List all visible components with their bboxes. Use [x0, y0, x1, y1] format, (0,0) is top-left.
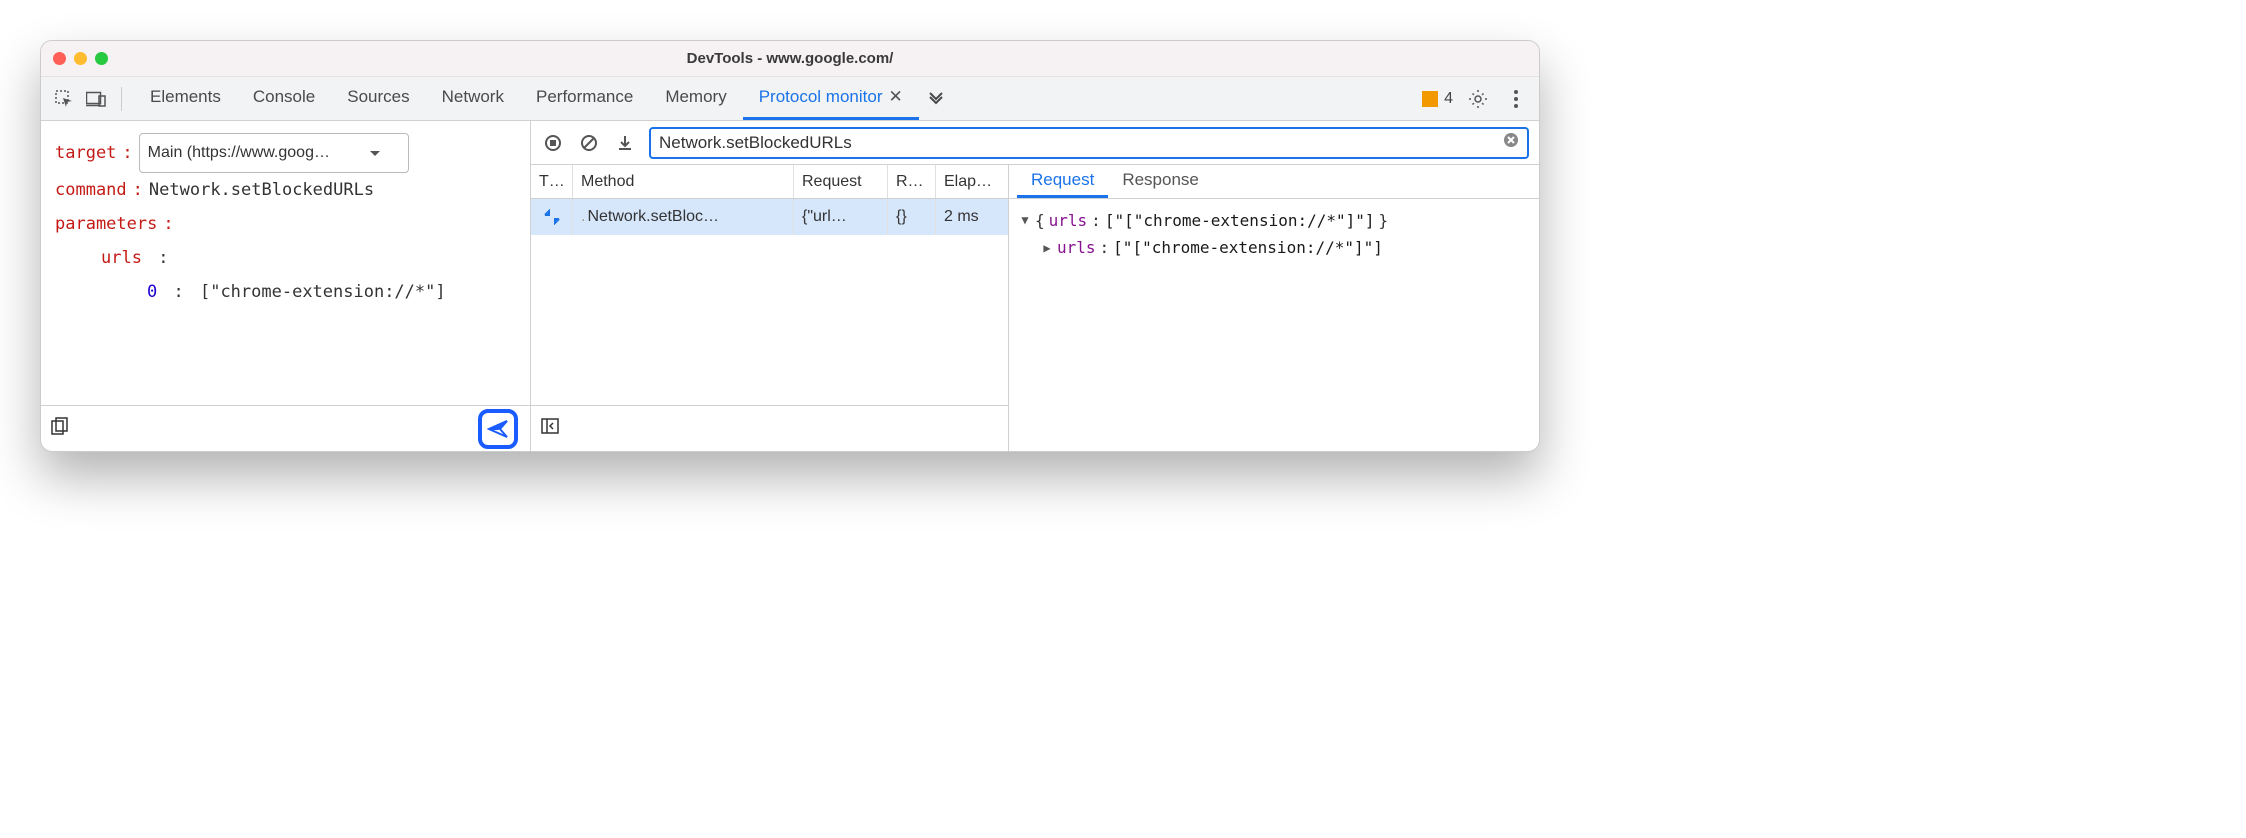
- target-row: target: Main (https://www.goog…: [55, 133, 516, 173]
- th-request[interactable]: Request: [794, 165, 888, 198]
- detail-tabs: Request Response: [1009, 165, 1539, 199]
- details-pane: Request Response ▼ {urls: ["["chrome-ext…: [1009, 165, 1539, 451]
- panel-tabs: Elements Console Sources Network Perform…: [134, 77, 953, 120]
- root-urls-prop: urls: [1049, 207, 1088, 234]
- panel-body: target: Main (https://www.goog… command:…: [41, 121, 1539, 451]
- settings-icon[interactable]: [1465, 86, 1491, 112]
- record-icon[interactable]: [541, 131, 565, 155]
- th-response[interactable]: R…: [888, 165, 936, 198]
- protocol-log-pane: Network.setBlockedURLs T… Method Request…: [531, 121, 1539, 451]
- detail-tab-request[interactable]: Request: [1017, 165, 1108, 198]
- main-toolbar: Elements Console Sources Network Perform…: [41, 77, 1539, 121]
- parameters-key: parameters: [55, 207, 157, 241]
- target-select[interactable]: Main (https://www.goog…: [139, 133, 409, 173]
- command-value[interactable]: Network.setBlockedURLs: [149, 173, 374, 207]
- child-urls-value: ["["chrome-extension://*"]"]: [1113, 234, 1383, 261]
- param-value[interactable]: ["chrome-extension://*"]: [200, 275, 446, 309]
- more-options-icon[interactable]: [1503, 86, 1529, 112]
- row-type-icon: [531, 199, 573, 235]
- table-header: T… Method Request R… Elap…: [531, 165, 1008, 199]
- device-toolbar-icon[interactable]: [83, 86, 109, 112]
- root-urls-value: ["["chrome-extension://*"]"]: [1105, 207, 1375, 234]
- tree-row-child[interactable]: ▶ urls: ["["chrome-extension://*"]"]: [1019, 234, 1529, 261]
- tab-elements[interactable]: Elements: [134, 77, 237, 120]
- th-elapsed[interactable]: Elap…: [936, 165, 1008, 198]
- param-index: 0: [147, 275, 157, 309]
- row-request: {"url…: [794, 199, 888, 235]
- tab-console[interactable]: Console: [237, 77, 331, 120]
- titlebar: DevTools - www.google.com/: [41, 41, 1539, 77]
- copy-icon[interactable]: [51, 417, 69, 440]
- grid-area: T… Method Request R… Elap… .Network.setB…: [531, 165, 1539, 451]
- param-urls-row: urls :: [55, 241, 516, 275]
- table-empty-area: [531, 235, 1008, 405]
- parameters-row: parameters:: [55, 207, 516, 241]
- disclosure-down-icon[interactable]: ▼: [1019, 210, 1031, 230]
- child-urls-prop: urls: [1057, 234, 1096, 261]
- message-table: T… Method Request R… Elap… .Network.setB…: [531, 165, 1009, 451]
- row-response: {}: [888, 199, 936, 235]
- inspect-element-icon[interactable]: [51, 86, 77, 112]
- tab-sources[interactable]: Sources: [331, 77, 425, 120]
- target-key: target: [55, 136, 116, 170]
- th-method[interactable]: Method: [573, 165, 794, 198]
- toolbar-divider: [121, 87, 122, 111]
- window-title: DevTools - www.google.com/: [41, 50, 1539, 67]
- detail-tab-response[interactable]: Response: [1108, 165, 1213, 198]
- send-command-button[interactable]: [478, 409, 518, 449]
- command-editor-pane: target: Main (https://www.goog… command:…: [41, 121, 531, 451]
- tab-network[interactable]: Network: [426, 77, 520, 120]
- toggle-sidebar-icon[interactable]: [541, 417, 559, 440]
- issues-count: 4: [1444, 90, 1453, 108]
- editor-footer: [41, 405, 530, 451]
- clear-filter-icon[interactable]: [1503, 132, 1519, 153]
- row-method: .Network.setBloc…: [573, 199, 794, 235]
- command-row: command: Network.setBlockedURLs: [55, 173, 516, 207]
- tab-memory[interactable]: Memory: [649, 77, 742, 120]
- detail-body: ▼ {urls: ["["chrome-extension://*"]"]} ▶…: [1009, 199, 1539, 451]
- row-elapsed: 2 ms: [936, 199, 1008, 235]
- toolbar-right: 4: [1422, 86, 1529, 112]
- command-editor: target: Main (https://www.goog… command:…: [41, 121, 530, 405]
- more-tabs-icon[interactable]: [919, 77, 953, 120]
- warning-icon: [1422, 91, 1438, 107]
- table-footer: [531, 405, 1008, 451]
- issues-badge[interactable]: 4: [1422, 90, 1453, 108]
- clear-icon[interactable]: [577, 131, 601, 155]
- filter-toolbar: Network.setBlockedURLs: [531, 121, 1539, 165]
- tab-protocol-monitor[interactable]: Protocol monitor ✕: [743, 77, 919, 120]
- tree-row-root[interactable]: ▼ {urls: ["["chrome-extension://*"]"]}: [1019, 207, 1529, 234]
- target-select-value: Main (https://www.goog…: [148, 137, 330, 169]
- devtools-window: DevTools - www.google.com/ Elements Cons…: [40, 40, 1540, 452]
- param-index-row: 0 : ["chrome-extension://*"]: [55, 275, 516, 309]
- download-icon[interactable]: [613, 131, 637, 155]
- filter-input[interactable]: Network.setBlockedURLs: [649, 127, 1529, 159]
- param-urls-key: urls: [101, 241, 142, 275]
- command-key: command: [55, 173, 127, 207]
- table-row[interactable]: .Network.setBloc… {"url… {} 2 ms: [531, 199, 1008, 235]
- filter-input-value: Network.setBlockedURLs: [659, 133, 1495, 153]
- tab-protocol-monitor-label: Protocol monitor: [759, 87, 883, 107]
- tab-close-icon[interactable]: ✕: [889, 87, 903, 107]
- th-type[interactable]: T…: [531, 165, 573, 198]
- tab-performance[interactable]: Performance: [520, 77, 649, 120]
- disclosure-right-icon[interactable]: ▶: [1041, 238, 1053, 258]
